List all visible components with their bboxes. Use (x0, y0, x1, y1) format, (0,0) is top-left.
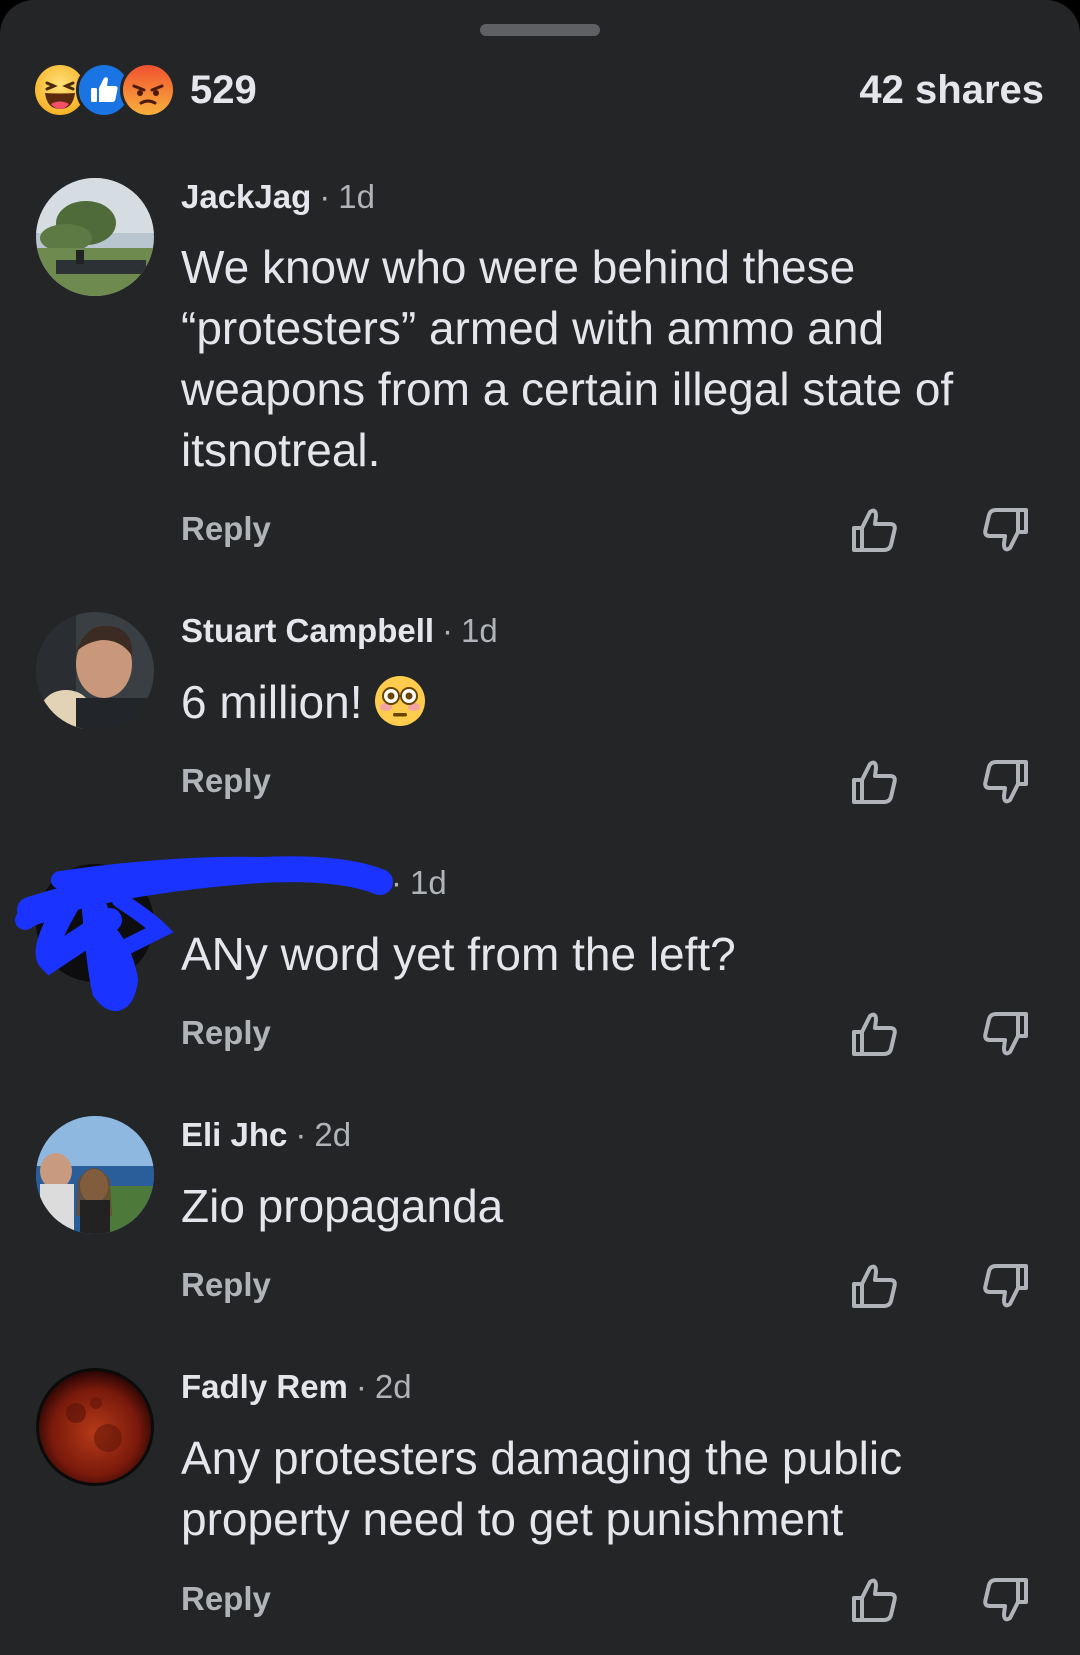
upvote-icon[interactable] (846, 502, 902, 558)
avatar[interactable] (36, 612, 154, 730)
downvote-icon[interactable] (978, 754, 1034, 810)
downvote-icon[interactable] (978, 1258, 1034, 1314)
flushed-face-emoji (373, 674, 427, 728)
reply-button[interactable]: Reply (181, 762, 271, 800)
reactions-summary[interactable]: 529 (32, 62, 257, 118)
comment-author[interactable]: Stuart Campbell (181, 612, 434, 649)
comment-time[interactable]: 2d (314, 1116, 351, 1153)
comment-time[interactable]: 2d (375, 1368, 412, 1405)
post-summary-bar: 529 42 shares (32, 62, 1044, 118)
comment-meta: Stuart Campbell · 1d (181, 612, 498, 650)
reply-button[interactable]: Reply (181, 1266, 271, 1304)
downvote-icon[interactable] (978, 502, 1034, 558)
comment-text: 6 million! (181, 672, 1021, 733)
comment-text: Any protesters damaging the public prope… (181, 1432, 903, 1545)
downvote-icon[interactable] (978, 1006, 1034, 1062)
angry-reaction-icon (120, 62, 176, 118)
comment-meta: Eli Jhc · 2d (181, 1116, 351, 1154)
downvote-icon[interactable] (978, 1572, 1034, 1628)
comment-time[interactable]: 1d (338, 178, 375, 215)
comment-author[interactable]: Fadly Rem (181, 1368, 348, 1405)
comment-text: We know who were behind these “protester… (181, 241, 954, 476)
redaction-scribble (15, 856, 393, 1011)
meta-separator: · (442, 612, 454, 649)
comment-text: Zio propaganda (181, 1180, 504, 1232)
comments-sheet: 529 42 shares JackJag · 1d We know who wer… (0, 0, 1080, 1655)
reaction-count[interactable]: 529 (190, 68, 257, 113)
comment-author[interactable]: Eli Jhc (181, 1116, 287, 1153)
upvote-icon[interactable] (846, 1006, 902, 1062)
reply-button[interactable]: Reply (181, 510, 271, 548)
comment-author[interactable]: JackJag (181, 178, 311, 215)
comment-meta: JackJag · 1d (181, 178, 375, 216)
avatar[interactable] (36, 1116, 154, 1234)
upvote-icon[interactable] (846, 754, 902, 810)
drag-handle[interactable] (480, 24, 600, 36)
upvote-icon[interactable] (846, 1258, 902, 1314)
shares-count[interactable]: 42 shares (859, 68, 1044, 113)
comment-time[interactable]: 1d (461, 612, 498, 649)
avatar[interactable] (36, 178, 154, 296)
comment-meta: Fadly Rem · 2d (181, 1368, 412, 1406)
comment-text-content: 6 million! (181, 676, 363, 728)
meta-separator: · (295, 1116, 307, 1153)
meta-separator: · (355, 1368, 367, 1405)
reply-button[interactable]: Reply (181, 1580, 271, 1618)
avatar[interactable] (36, 1368, 154, 1486)
meta-separator: · (319, 178, 331, 215)
upvote-icon[interactable] (846, 1572, 902, 1628)
